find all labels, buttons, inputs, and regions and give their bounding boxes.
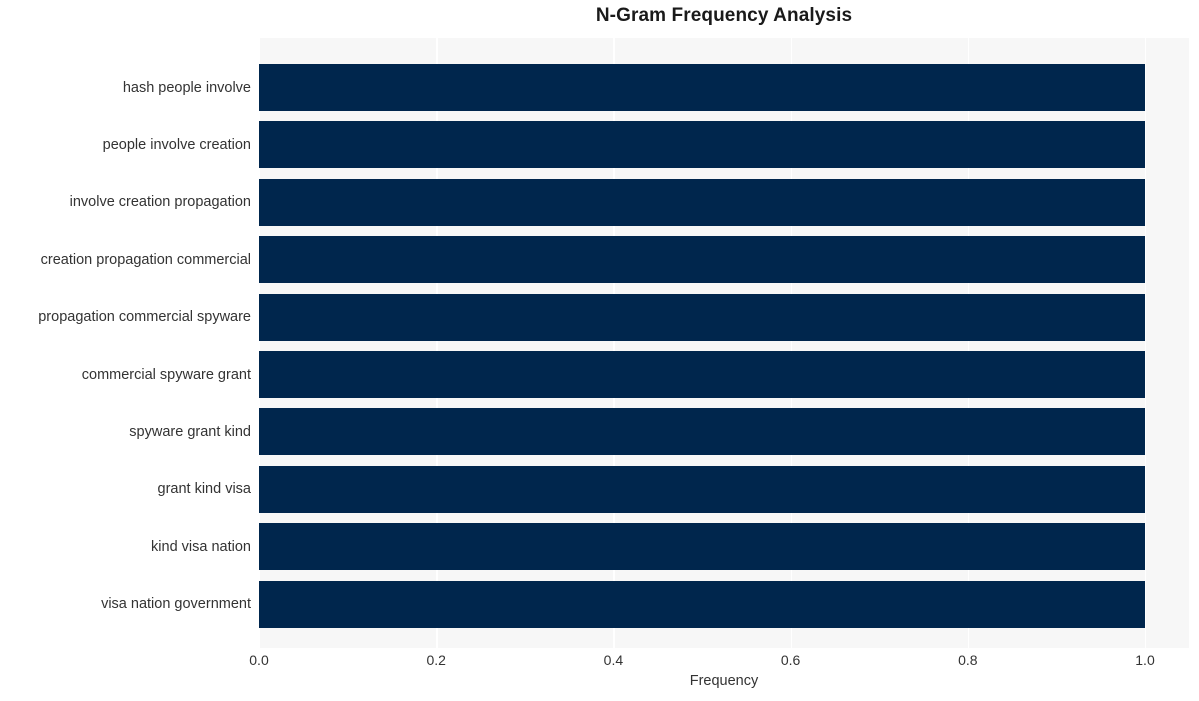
y-tick-label: spyware grant kind	[129, 423, 251, 440]
x-tick-label: 0.8	[958, 652, 978, 668]
bar[interactable]	[259, 178, 1145, 226]
x-tick-label: 0.4	[603, 652, 624, 668]
bar[interactable]	[259, 580, 1145, 628]
chart-figure: N-Gram Frequency Analysis hash people in…	[0, 0, 1199, 701]
bar[interactable]	[259, 351, 1145, 398]
x-tick-label: 0.2	[426, 652, 446, 668]
bar[interactable]	[259, 121, 1145, 169]
bar[interactable]	[259, 236, 1145, 284]
y-tick-label: propagation commercial spyware	[38, 309, 251, 326]
bars-layer	[259, 38, 1189, 648]
y-axis-tick-labels: hash people involve people involve creati…	[0, 38, 251, 648]
x-tick-label: 1.0	[1135, 652, 1155, 668]
bar[interactable]	[259, 293, 1145, 341]
x-tick-label: 0.6	[780, 652, 801, 668]
bar[interactable]	[259, 64, 1145, 111]
y-tick-label: kind visa nation	[151, 538, 251, 555]
y-tick-label: involve creation propagation	[69, 194, 251, 211]
x-axis-label: Frequency	[689, 673, 759, 689]
plot-area	[259, 38, 1189, 648]
bar[interactable]	[259, 465, 1145, 513]
y-tick-label: grant kind visa	[157, 481, 252, 498]
chart-title: N-Gram Frequency Analysis	[595, 5, 853, 26]
y-tick-label: people involve creation	[102, 136, 251, 153]
y-tick-label: commercial spyware grant	[81, 366, 251, 383]
x-tick-label: 0.0	[249, 652, 269, 668]
y-tick-label: visa nation government	[101, 596, 251, 613]
bar[interactable]	[259, 408, 1145, 456]
y-tick-label: creation propagation commercial	[40, 251, 251, 268]
y-tick-label: hash people involve	[122, 79, 251, 96]
bar[interactable]	[259, 523, 1145, 571]
